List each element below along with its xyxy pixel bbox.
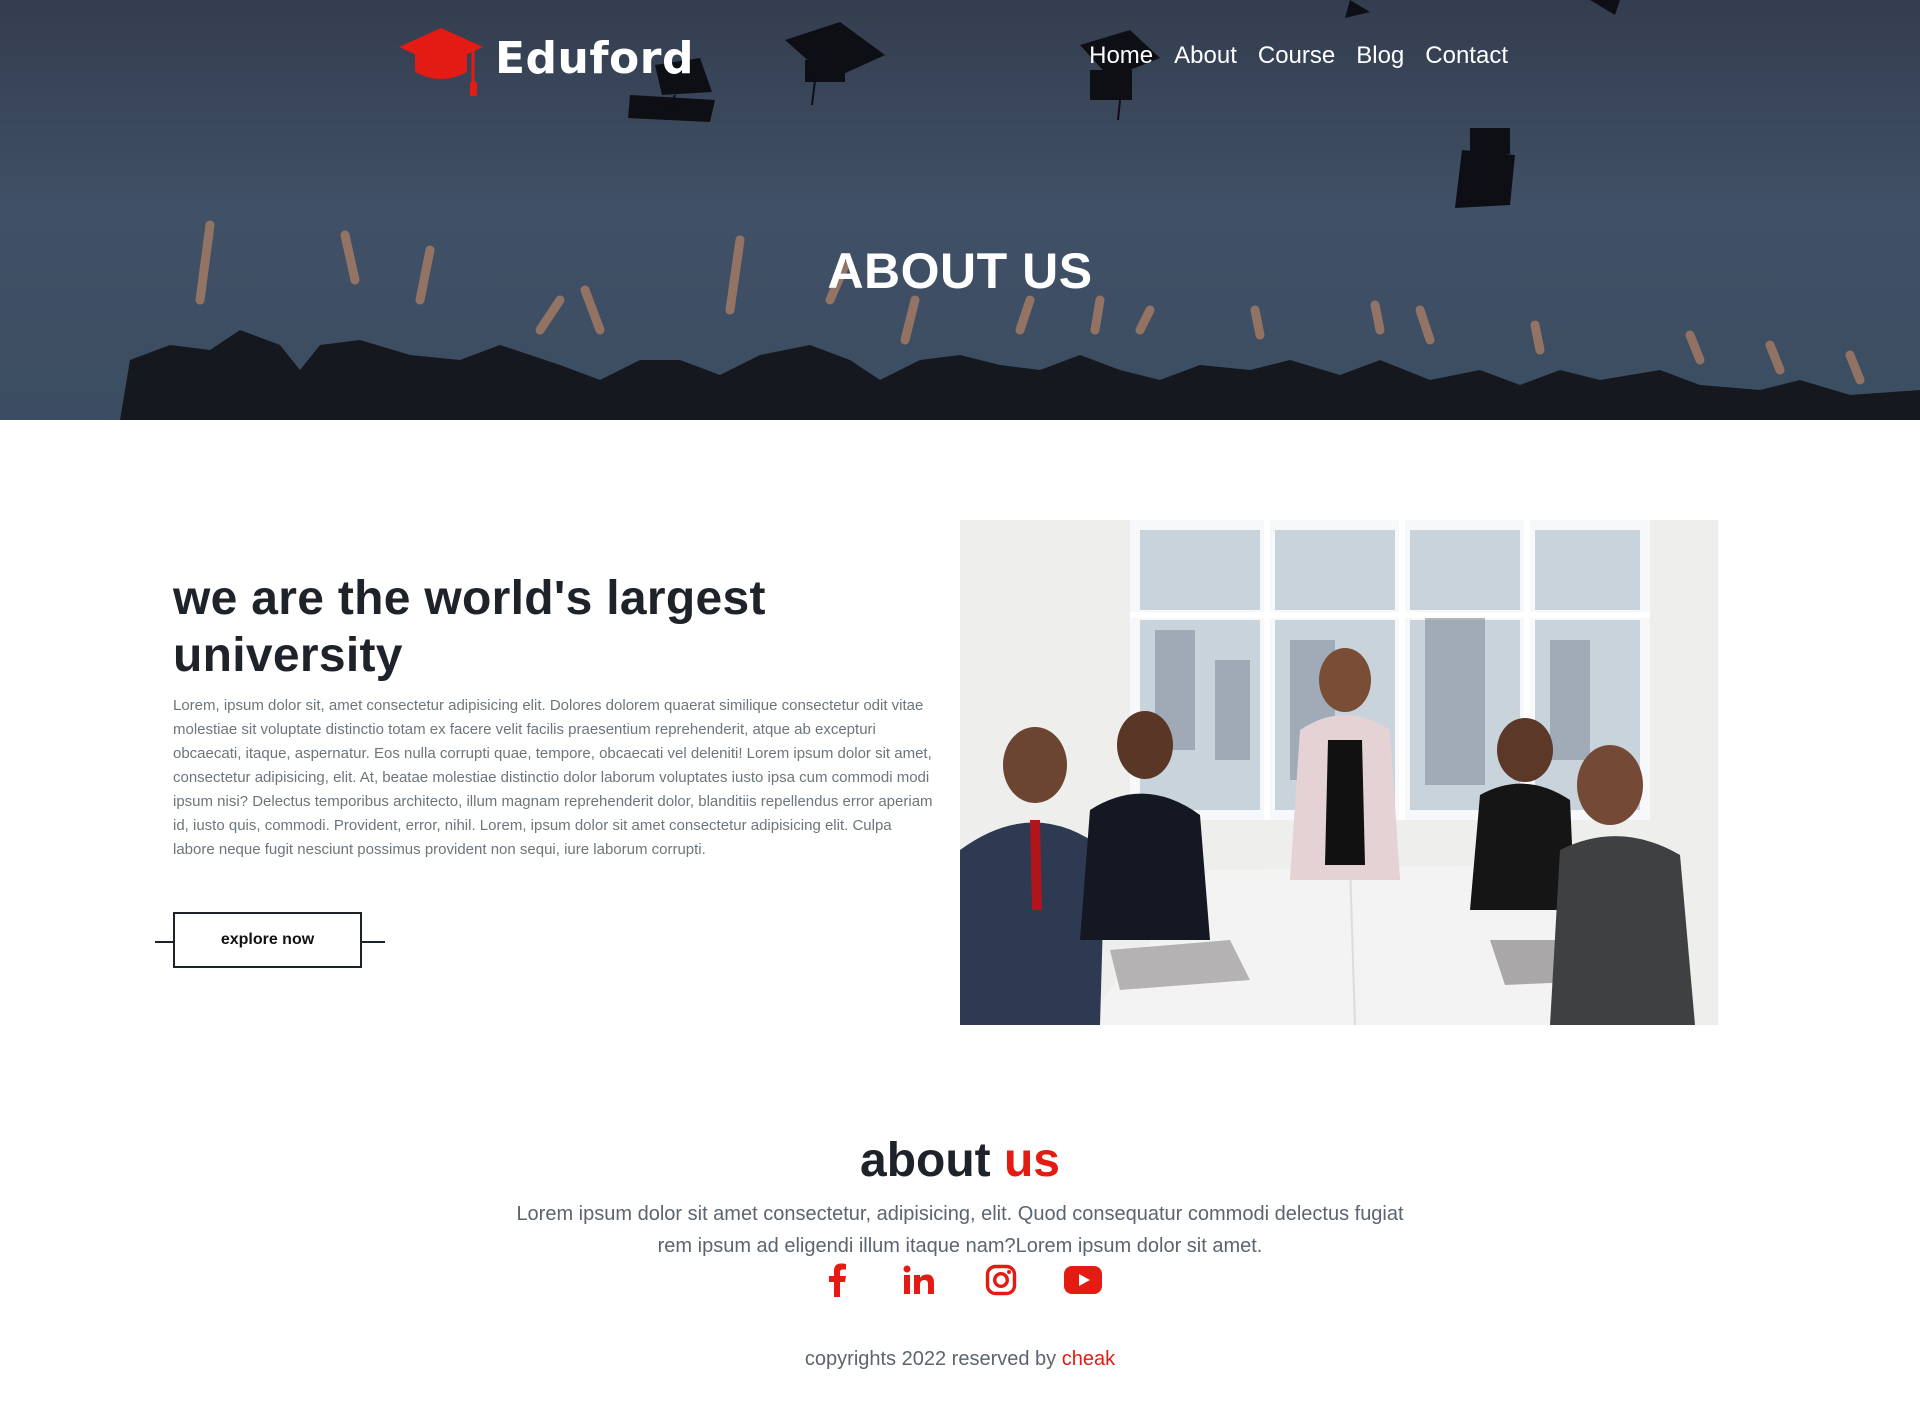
- footer-description: Lorem ipsum dolor sit amet consectetur, …: [516, 1203, 1404, 1257]
- youtube-icon[interactable]: [1062, 1262, 1104, 1298]
- explore-now-button[interactable]: explore now: [173, 912, 362, 968]
- top-navigation: Eduford Home About Course Blog Contact: [0, 0, 1920, 110]
- nav-menu: Home About Course Blog Contact: [1089, 42, 1508, 70]
- page-title: ABOUT US: [827, 242, 1093, 299]
- nav-link-blog[interactable]: Blog: [1356, 42, 1404, 70]
- nav-link-home[interactable]: Home: [1089, 42, 1153, 70]
- copyright-brand-link[interactable]: cheak: [1062, 1348, 1115, 1370]
- hero-banner: Eduford Home About Course Blog Contact A…: [0, 0, 1920, 420]
- explore-button-wrapper: explore now: [155, 912, 385, 974]
- social-links: [0, 1262, 1920, 1298]
- team-meeting-image: [960, 520, 1718, 1025]
- meeting-photo: [960, 520, 1718, 1025]
- linkedin-icon[interactable]: [898, 1262, 940, 1298]
- nav-link-about[interactable]: About: [1174, 42, 1237, 70]
- instagram-icon[interactable]: [980, 1262, 1022, 1298]
- graduation-cap-icon: [399, 28, 483, 96]
- about-content: we are the world's largest university Lo…: [173, 570, 933, 862]
- about-heading: we are the world's largest university: [173, 572, 766, 682]
- footer-title-main: about: [860, 1133, 991, 1187]
- about-paragraph: Lorem, ipsum dolor sit, amet consectetur…: [173, 697, 933, 858]
- footer-title-accent: us: [1003, 1133, 1060, 1187]
- footer-title: about us: [0, 1133, 1920, 1188]
- brand-name: Eduford: [495, 32, 694, 84]
- copyright-text: copyrights 2022 reserved by cheak: [0, 1348, 1920, 1371]
- nav-link-contact[interactable]: Contact: [1425, 42, 1508, 70]
- brand-logo[interactable]: Eduford: [395, 22, 694, 102]
- copyright-prefix: copyrights 2022 reserved by: [804, 1348, 1057, 1370]
- nav-link-course[interactable]: Course: [1258, 42, 1335, 70]
- facebook-icon[interactable]: [816, 1262, 858, 1298]
